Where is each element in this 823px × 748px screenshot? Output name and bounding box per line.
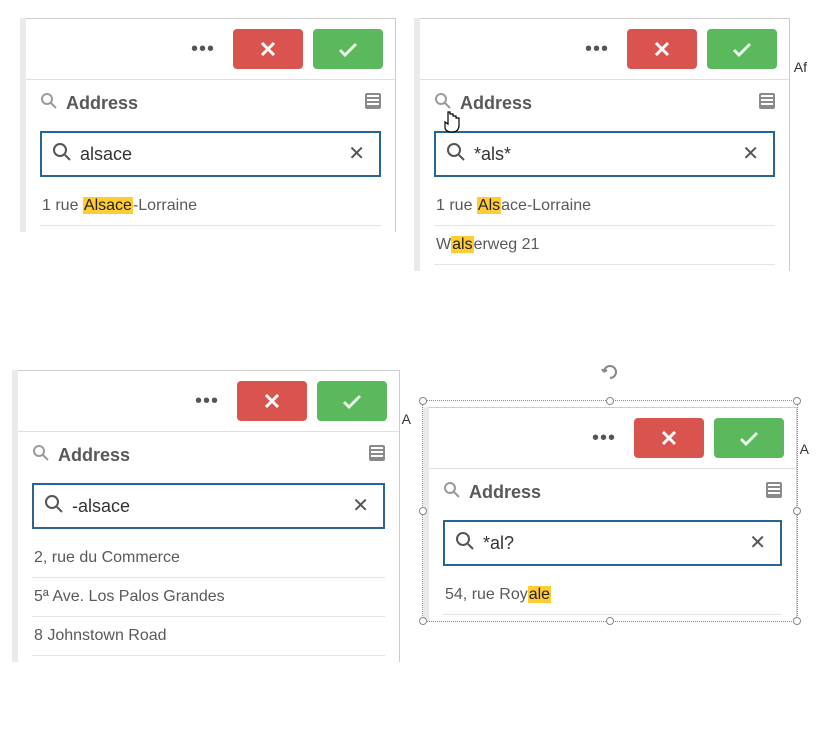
- field-title: Address: [66, 93, 138, 114]
- list-icon[interactable]: [766, 482, 782, 503]
- field-header: Address: [18, 432, 399, 477]
- text: 54, rue Roy: [445, 586, 528, 603]
- axis-partial-label: A: [800, 441, 809, 457]
- resize-handle[interactable]: [606, 397, 614, 405]
- axis-partial-label: A: [402, 411, 411, 427]
- search-icon: [44, 494, 64, 519]
- text: W: [436, 236, 451, 253]
- search-input[interactable]: [474, 144, 730, 165]
- text: erweg 21: [474, 236, 540, 253]
- resize-handle[interactable]: [419, 507, 427, 515]
- text: 1 rue: [42, 197, 83, 214]
- highlight: Alsace: [83, 197, 133, 214]
- toolbar: •••: [26, 19, 395, 80]
- resize-handle[interactable]: [419, 397, 427, 405]
- text: 5ª Ave. Los Palos Grandes: [34, 588, 225, 605]
- field-title: Address: [460, 93, 532, 114]
- search-input[interactable]: [483, 533, 737, 554]
- resize-handle[interactable]: [793, 617, 801, 625]
- search-input-wrapper: ✕: [32, 483, 385, 529]
- rotate-handle-icon[interactable]: [601, 363, 619, 381]
- confirm-button[interactable]: [707, 29, 777, 69]
- clear-icon[interactable]: ✕: [344, 144, 369, 164]
- field-title: Address: [469, 482, 541, 503]
- search-icon: [455, 531, 475, 556]
- field-header: Address: [420, 80, 789, 125]
- search-input-wrapper: ✕: [434, 131, 775, 177]
- cancel-button[interactable]: [237, 381, 307, 421]
- resize-handle[interactable]: [606, 617, 614, 625]
- field-header: Address: [429, 469, 796, 514]
- search-input-wrapper: ✕: [443, 520, 782, 566]
- search-icon: [52, 142, 72, 167]
- search-input[interactable]: [80, 144, 336, 165]
- results-list: 2, rue du Commerce 5ª Ave. Los Palos Gra…: [18, 539, 399, 662]
- search-icon: [434, 92, 452, 115]
- list-icon[interactable]: [369, 445, 385, 466]
- list-icon[interactable]: [759, 93, 775, 114]
- text: 2, rue du Commerce: [34, 549, 180, 566]
- results-list: 1 rue Alsace-Lorraine Walserweg 21: [420, 187, 789, 271]
- toolbar: •••: [429, 408, 796, 469]
- list-item[interactable]: 8 Johnstown Road: [32, 617, 385, 656]
- list-item[interactable]: 5ª Ave. Los Palos Grandes: [32, 578, 385, 617]
- field-title: Address: [58, 445, 130, 466]
- search-input-wrapper: ✕: [40, 131, 381, 177]
- clear-icon[interactable]: ✕: [738, 144, 763, 164]
- text: 1 rue: [436, 197, 477, 214]
- axis-partial-label: Af: [794, 59, 807, 75]
- list-item[interactable]: Walserweg 21: [434, 226, 775, 265]
- more-icon[interactable]: •••: [577, 39, 617, 59]
- results-list: 54, rue Royale: [429, 576, 796, 621]
- resize-handle[interactable]: [793, 397, 801, 405]
- more-icon[interactable]: •••: [183, 39, 223, 59]
- highlight: ale: [528, 586, 551, 603]
- highlight: Als: [477, 197, 501, 214]
- text: -Lorraine: [133, 197, 197, 214]
- list-item[interactable]: 1 rue Alsace-Lorraine: [434, 187, 775, 226]
- more-icon[interactable]: •••: [584, 428, 624, 448]
- search-icon: [40, 92, 58, 115]
- results-list: 1 rue Alsace-Lorraine: [26, 187, 395, 232]
- resize-handle[interactable]: [419, 617, 427, 625]
- list-item[interactable]: 54, rue Royale: [443, 576, 782, 615]
- confirm-button[interactable]: [714, 418, 784, 458]
- cancel-button[interactable]: [634, 418, 704, 458]
- clear-icon[interactable]: ✕: [745, 533, 770, 553]
- highlight: als: [451, 236, 473, 253]
- clear-icon[interactable]: ✕: [348, 496, 373, 516]
- list-item[interactable]: 1 rue Alsace-Lorraine: [40, 187, 381, 226]
- text: 8 Johnstown Road: [34, 627, 167, 644]
- confirm-button[interactable]: [313, 29, 383, 69]
- list-item[interactable]: 2, rue du Commerce: [32, 539, 385, 578]
- text: ace-Lorraine: [501, 197, 591, 214]
- toolbar: •••: [18, 371, 399, 432]
- list-icon[interactable]: [365, 93, 381, 114]
- toolbar: •••: [420, 19, 789, 80]
- search-icon: [446, 142, 466, 167]
- search-input[interactable]: [72, 496, 340, 517]
- cancel-button[interactable]: [233, 29, 303, 69]
- cancel-button[interactable]: [627, 29, 697, 69]
- field-header: Address: [26, 80, 395, 125]
- search-icon: [443, 481, 461, 504]
- more-icon[interactable]: •••: [187, 391, 227, 411]
- confirm-button[interactable]: [317, 381, 387, 421]
- search-icon: [32, 444, 50, 467]
